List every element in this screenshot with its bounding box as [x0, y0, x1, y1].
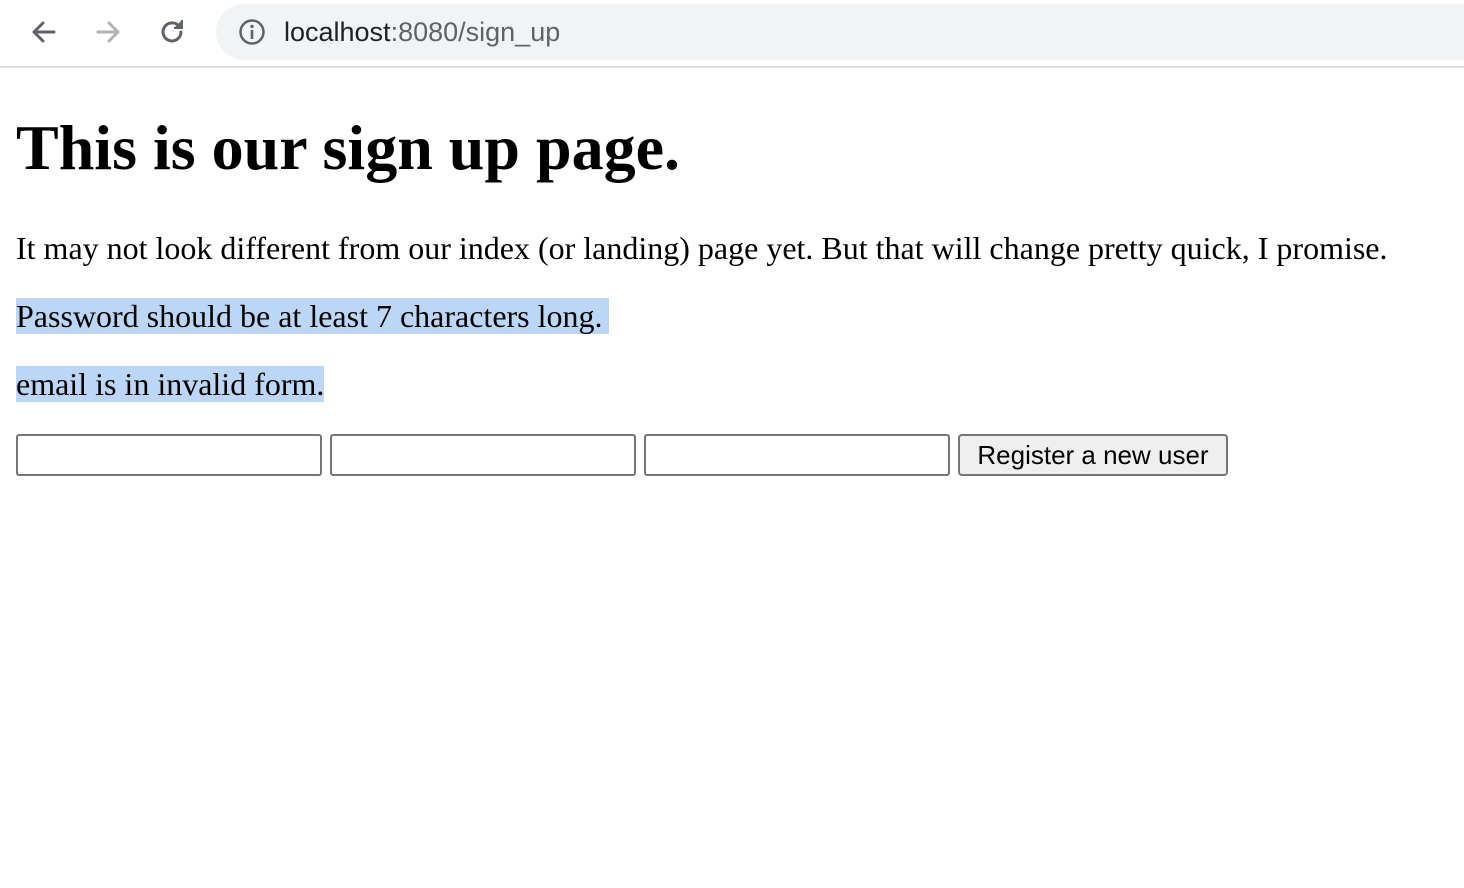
- error-message-email: email is in invalid form.: [16, 366, 325, 402]
- sign-up-field-2[interactable]: [330, 434, 636, 476]
- url-text[interactable]: localhost:8080/sign_up: [284, 4, 560, 60]
- arrow-left-icon: [32, 21, 56, 43]
- address-bar[interactable]: localhost:8080/sign_up: [216, 4, 1464, 60]
- arrow-right-icon: [96, 21, 120, 43]
- forward-button[interactable]: [88, 12, 128, 52]
- back-button[interactable]: [24, 12, 64, 52]
- reload-icon: [161, 20, 183, 43]
- sign-up-field-1[interactable]: [16, 434, 322, 476]
- sign-up-field-3[interactable]: [644, 434, 950, 476]
- browser-toolbar: localhost:8080/sign_up: [0, 0, 1464, 68]
- selected-text: email is in invalid form.: [16, 366, 325, 402]
- reload-button[interactable]: [152, 12, 192, 52]
- error-message-password: Password should be at least 7 characters…: [16, 298, 609, 334]
- url-path: :8080/sign_up: [390, 17, 561, 47]
- register-button[interactable]: Register a new user: [958, 434, 1228, 476]
- page-heading: This is our sign up page.: [16, 112, 680, 183]
- intro-paragraph: It may not look different from our index…: [16, 230, 1388, 266]
- info-icon[interactable]: [238, 18, 266, 46]
- url-host: localhost: [284, 17, 391, 47]
- selected-text: Password should be at least 7 characters…: [16, 298, 609, 334]
